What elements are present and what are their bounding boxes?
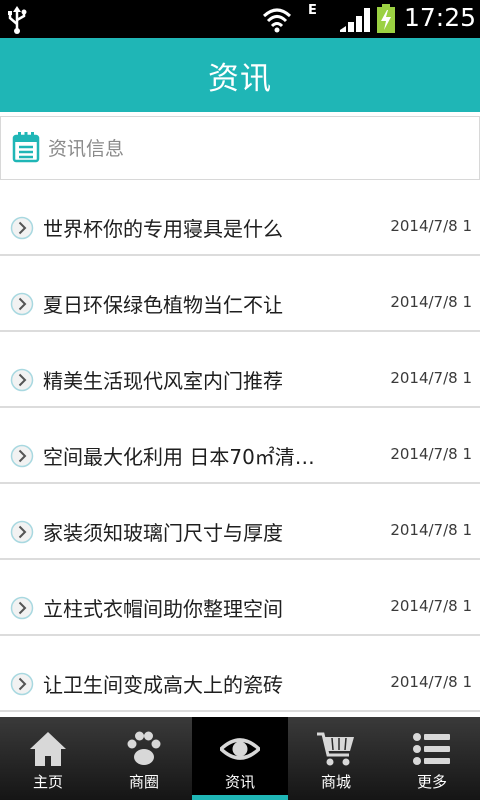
- chevron-right-icon: [10, 672, 34, 696]
- tab-mall[interactable]: 商城: [288, 717, 384, 800]
- news-title: 家装须知玻璃门尺寸与厚度: [43, 521, 283, 545]
- news-date: 2014/7/8 1: [390, 369, 472, 387]
- news-date: 2014/7/8 1: [390, 673, 472, 691]
- tab-label: 资讯: [224, 773, 255, 791]
- clock: 17:25: [404, 3, 477, 32]
- news-item[interactable]: 家装须知玻璃门尺寸与厚度 2014/7/8 1: [0, 484, 480, 560]
- news-title: 世界杯你的专用寝具是什么: [43, 217, 283, 241]
- app-header: 资讯: [0, 38, 480, 112]
- tab-label: 更多: [416, 773, 447, 791]
- news-date: 2014/7/8 1: [390, 217, 472, 235]
- chevron-right-icon: [10, 520, 34, 544]
- news-item[interactable]: 让卫生间变成高大上的瓷砖 2014/7/8 1: [0, 636, 480, 712]
- news-title: 精美生活现代风室内门推荐: [43, 369, 283, 393]
- news-item[interactable]: 空间最大化利用 日本70㎡清… 2014/7/8 1: [0, 408, 480, 484]
- tab-label: 商城: [320, 773, 351, 791]
- status-bar: E 17:25: [0, 0, 480, 38]
- tab-label: 商圈: [128, 773, 159, 791]
- chevron-right-icon: [10, 216, 34, 240]
- chevron-right-icon: [10, 292, 34, 316]
- news-item[interactable]: 夏日环保绿色植物当仁不让 2014/7/8 1: [0, 256, 480, 332]
- page-title: 资讯: [208, 60, 272, 97]
- network-type: E: [308, 3, 317, 18]
- news-item[interactable]: 立柱式衣帽间助你整理空间 2014/7/8 1: [0, 560, 480, 636]
- chevron-right-icon: [10, 368, 34, 392]
- news-title: 让卫生间变成高大上的瓷砖: [43, 673, 283, 697]
- tab-home[interactable]: 主页: [0, 717, 96, 800]
- active-tab-indicator: [192, 795, 288, 800]
- news-title: 空间最大化利用 日本70㎡清…: [43, 445, 315, 469]
- wifi-icon: [262, 8, 292, 33]
- eye-icon: [220, 738, 260, 760]
- usb-icon: [8, 6, 27, 34]
- section-header: 资讯信息: [0, 116, 480, 180]
- section-title: 资讯信息: [48, 138, 125, 160]
- news-date: 2014/7/8 1: [390, 597, 472, 615]
- news-title: 夏日环保绿色植物当仁不让: [43, 293, 283, 317]
- news-title: 立柱式衣帽间助你整理空间: [43, 597, 283, 621]
- notepad-icon: [12, 132, 40, 163]
- news-date: 2014/7/8 1: [390, 445, 472, 463]
- news-date: 2014/7/8 1: [390, 521, 472, 539]
- home-icon: [30, 732, 66, 766]
- list-icon: [413, 733, 450, 765]
- news-item[interactable]: 世界杯你的专用寝具是什么 2014/7/8 1: [0, 180, 480, 256]
- signal-icon: [340, 8, 370, 32]
- cart-icon: [317, 732, 354, 766]
- battery-charging-icon: [377, 4, 395, 33]
- news-date: 2014/7/8 1: [390, 293, 472, 311]
- tab-more[interactable]: 更多: [384, 717, 480, 800]
- bottom-tab-bar: 主页 商圈 资讯 商城 更多: [0, 717, 480, 800]
- tab-label: 主页: [32, 773, 63, 791]
- tab-news[interactable]: 资讯: [192, 717, 288, 800]
- chevron-right-icon: [10, 444, 34, 468]
- tab-business[interactable]: 商圈: [96, 717, 192, 800]
- paw-icon: [127, 731, 161, 765]
- news-item[interactable]: 精美生活现代风室内门推荐 2014/7/8 1: [0, 332, 480, 408]
- chevron-right-icon: [10, 596, 34, 620]
- news-list: 世界杯你的专用寝具是什么 2014/7/8 1 夏日环保绿色植物当仁不让 201…: [0, 180, 480, 712]
